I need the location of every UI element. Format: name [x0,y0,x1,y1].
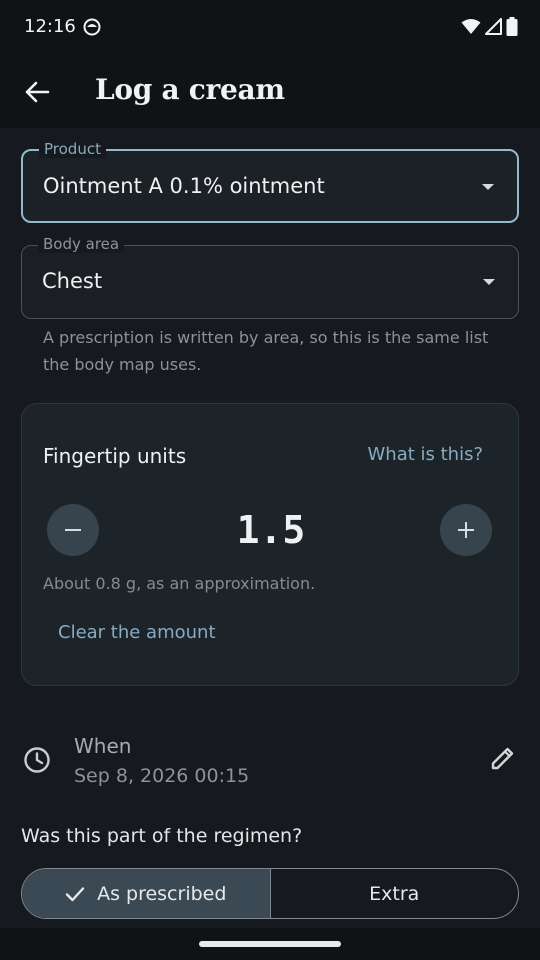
segment-extra-label: Extra [369,882,420,905]
edit-pencil-icon[interactable] [489,744,517,772]
regimen-segmented-control: As prescribed Extra [21,868,519,919]
fingertip-units-card: Fingertip units What is this? 1.5 About … [21,403,519,686]
fingertip-units-title: Fingertip units [43,444,187,468]
check-icon [65,886,85,901]
main-content: Product Ointment A 0.1% ointment Body ar… [0,128,540,928]
regimen-question: Was this part of the regimen? [21,825,303,847]
home-gesture-handle[interactable] [199,941,341,947]
system-nav-bar [0,928,540,960]
segment-as-prescribed[interactable]: As prescribed [22,869,270,918]
decrement-button[interactable] [47,504,99,556]
dropdown-arrow-icon [483,279,495,285]
back-button[interactable] [20,72,54,112]
when-value: Sep 8, 2026 00:15 [74,765,250,787]
page-title: Log a cream [95,73,285,106]
app-notification-icon [83,18,101,36]
segment-as-prescribed-label: As prescribed [97,882,227,905]
when-row[interactable]: When Sep 8, 2026 00:15 [0,722,540,802]
what-is-this-link[interactable]: What is this? [367,444,483,465]
clear-amount-button[interactable]: Clear the amount [58,622,216,643]
segment-extra[interactable]: Extra [269,869,519,918]
body-area-helper-text: A prescription is written by area, so th… [43,328,489,374]
status-bar: 12:16 [0,0,540,56]
weight-approximation: About 0.8 g, as an approximation. [43,574,316,593]
app-bar: Log a cream [0,56,540,128]
status-icons [461,17,518,36]
wifi-icon [461,19,481,34]
product-dropdown[interactable]: Product Ointment A 0.1% ointment [21,140,519,223]
cell-signal-icon [485,18,502,35]
status-time: 12:16 [24,16,76,37]
arrow-back-icon [25,81,50,103]
body-area-value: Chest [42,269,103,293]
dropdown-arrow-icon [482,184,494,190]
clock-icon [24,747,50,773]
product-value: Ointment A 0.1% ointment [43,174,325,198]
body-area-label: Body area [38,235,125,253]
body-area-dropdown[interactable]: Body area Chest [21,235,519,319]
when-label: When [74,734,132,758]
product-label: Product [39,140,106,158]
fingertip-units-value: 1.5 [236,508,306,552]
increment-button[interactable] [440,504,492,556]
battery-icon [506,17,518,36]
